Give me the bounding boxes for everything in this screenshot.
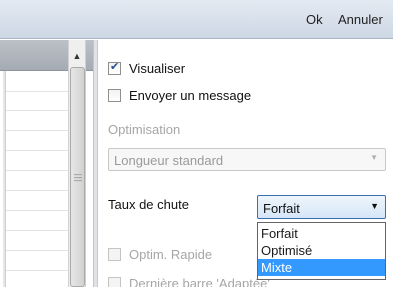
grid-line (6, 110, 68, 111)
optimisation-label: Optimisation (108, 122, 181, 137)
visualiser-checkbox-row[interactable]: Visualiser (108, 60, 186, 76)
optim-rapide-checkbox-row[interactable]: Optim. Rapide (108, 247, 212, 262)
pane-splitter[interactable] (94, 40, 98, 287)
vertical-scrollbar[interactable]: ▲ — — — (68, 40, 86, 287)
envoyer-label: Envoyer un message (129, 88, 252, 103)
grid-line (6, 250, 68, 251)
taux-de-chute-label: Taux de chute (108, 197, 189, 212)
grid-line (6, 210, 68, 211)
optimisation-select: Longueur standard ▼ (108, 148, 386, 171)
grid-line (6, 170, 68, 171)
optim-rapide-checkbox[interactable] (108, 248, 121, 261)
grid-line (6, 230, 68, 231)
left-row-selector (3, 71, 6, 287)
dropdown-option[interactable]: Optimisé (258, 242, 385, 259)
grid-line (6, 91, 68, 92)
grid-line (6, 150, 68, 151)
derniere-barre-checkbox[interactable] (108, 277, 121, 287)
optimisation-select-value: Longueur standard (114, 153, 224, 168)
chevron-down-icon[interactable]: ▼ (370, 201, 379, 211)
derniere-barre-label: Dernière barre 'Adaptée' (129, 276, 270, 287)
cancel-button[interactable]: Annuler (338, 12, 383, 27)
grid-line (6, 270, 68, 271)
dropdown-option[interactable]: Forfait (258, 225, 385, 242)
scroll-thumb[interactable]: — — — (70, 67, 85, 287)
taux-combo-value: Forfait (263, 201, 300, 216)
visualiser-label: Visualiser (129, 61, 186, 76)
grid-line (6, 130, 68, 131)
visualiser-checkbox[interactable] (108, 60, 121, 75)
taux-dropdown-list[interactable]: Forfait Optimisé Mixte (257, 222, 386, 280)
grip-icon: — — — (74, 170, 82, 185)
envoyer-checkbox[interactable] (108, 89, 121, 102)
derniere-barre-checkbox-row[interactable]: Dernière barre 'Adaptée' (108, 276, 270, 287)
envoyer-checkbox-row[interactable]: Envoyer un message (108, 88, 251, 103)
chevron-down-icon: ▼ (370, 153, 378, 162)
dropdown-option-highlighted[interactable]: Mixte (258, 259, 385, 276)
optim-rapide-label: Optim. Rapide (129, 247, 213, 262)
options-panel: Visualiser Envoyer un message Optimisati… (99, 40, 393, 287)
ok-button[interactable]: Ok (306, 12, 323, 27)
top-toolbar: Ok Annuler (0, 0, 393, 39)
taux-de-chute-combo[interactable]: Forfait ▼ (257, 195, 386, 219)
grid-line (6, 190, 68, 191)
scroll-up-arrow-icon[interactable]: ▲ (69, 48, 85, 64)
